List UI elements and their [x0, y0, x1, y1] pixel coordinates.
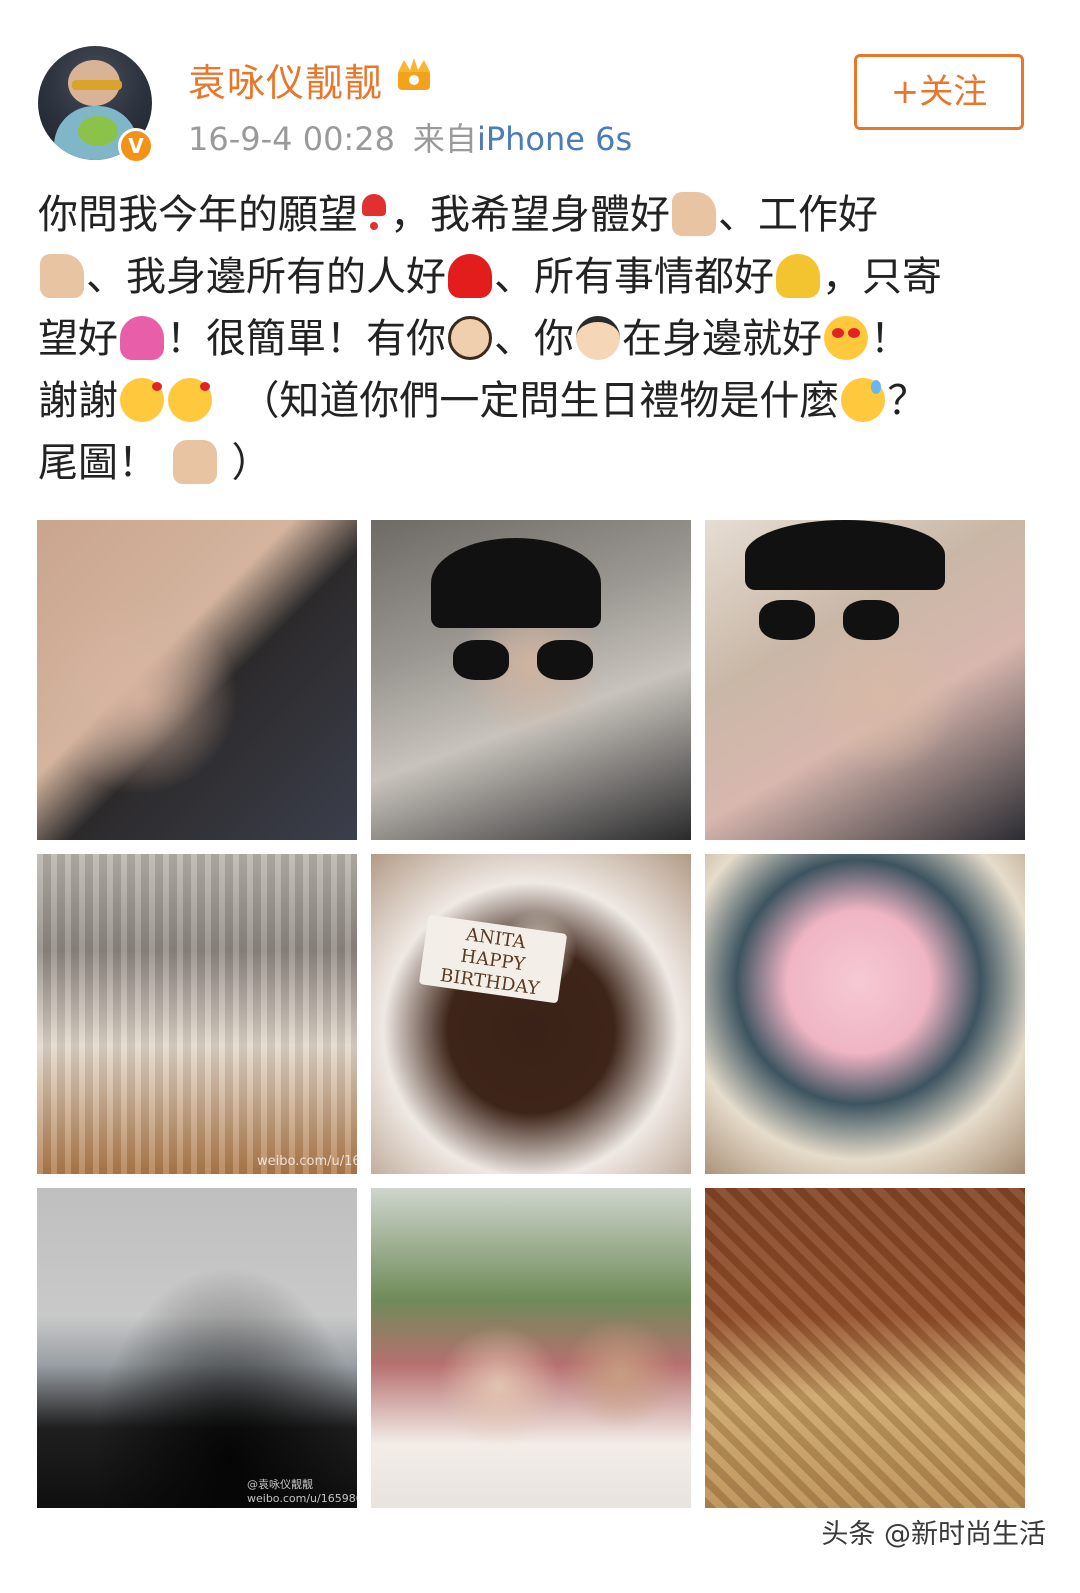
black-cap — [745, 520, 945, 590]
text-segment: 尾圖！ — [38, 440, 158, 486]
heart-exclamation-icon — [360, 192, 388, 236]
thumbs-up-icon — [672, 192, 716, 236]
post-meta: 16-9-4 00:28 来自iPhone 6s — [188, 114, 632, 160]
post-line-4: 謝謝 （知道你們一定問生日禮物是什麼 ？ — [38, 370, 1038, 432]
kissing-face-icon — [120, 378, 164, 422]
sunglasses — [453, 640, 593, 680]
watermark-line: @袁咏仪靓靓 — [247, 1478, 313, 1491]
post-line-5: 尾圖！ ） — [38, 432, 1038, 494]
avatar-mask — [72, 80, 122, 90]
text-segment: 、我身邊所有的人好 — [86, 254, 446, 300]
photo-7-silhouette-sea[interactable]: @袁咏仪靓靓 weibo.com/u/1659809154 — [37, 1188, 357, 1508]
vip-crown-icon — [398, 58, 430, 90]
watermark-line: weibo.com/u/1659809154 — [247, 1492, 357, 1505]
man-icon — [448, 316, 492, 360]
text-segment: 你問我今年的願望 — [38, 192, 358, 238]
photo-watermark: weibo.com/u/165 — [257, 1154, 357, 1169]
avatar-toy — [78, 116, 118, 146]
sunglasses — [759, 600, 899, 640]
thumbs-up-icon — [40, 254, 84, 298]
post-line-3: 望好 ！很簡單！有你 、你 在身邊就好 ！ — [38, 308, 1038, 370]
text-segment: 、所有事情都好 — [494, 254, 774, 300]
photo-4-family-dinner[interactable]: weibo.com/u/165 — [37, 854, 357, 1174]
photo-3-man-surprised[interactable] — [705, 520, 1025, 840]
text-segment: ？ — [887, 378, 928, 424]
victory-hand-icon — [172, 440, 217, 484]
post-text: 你問我今年的願望 ，我希望身體好 、工作好 、我身邊所有的人好 、所有事情都好 ，只寄 … — [38, 184, 1038, 494]
text-segment: 、你 — [494, 316, 574, 362]
source-device[interactable]: iPhone 6s — [477, 120, 632, 158]
text-segment: 在身邊就好 — [622, 316, 822, 362]
black-cap — [431, 538, 601, 628]
text-segment: ！很簡單！有你 — [166, 316, 446, 362]
source-watermark: 头条 @新时尚生活 — [821, 1519, 1046, 1550]
photo-9-leather-bag[interactable] — [705, 1188, 1025, 1508]
post-header: V 袁咏仪靓靓 16-9-4 00:28 来自iPhone 6s +关注 — [0, 0, 1080, 170]
text-segment: 望好 — [38, 316, 118, 362]
post-time: 16-9-4 00:28 — [188, 120, 395, 158]
verified-badge-icon: V — [118, 128, 154, 164]
heart-eyes-icon — [824, 316, 868, 360]
kissing-face-icon — [168, 378, 212, 422]
photo-grid: weibo.com/u/165 ANITA HAPPY BIRTHDAY @袁咏… — [37, 520, 1027, 1510]
sweat-smile-icon — [841, 378, 886, 422]
red-heart-icon — [448, 254, 492, 298]
text-segment: （知道你們一定問生日禮物是什麼 — [239, 378, 840, 424]
post-line-1: 你問我今年的願望 ，我希望身體好 、工作好 — [38, 184, 1038, 246]
text-segment: ，我希望身體好 — [390, 192, 670, 238]
photo-8-couple-beach[interactable] — [371, 1188, 691, 1508]
post-line-2: 、我身邊所有的人好 、所有事情都好 ，只寄 — [38, 246, 1038, 308]
follow-button[interactable]: +关注 — [854, 54, 1024, 130]
text-segment: ） — [231, 440, 272, 486]
sparkling-heart-icon — [120, 316, 164, 360]
text-segment: 、工作好 — [718, 192, 878, 238]
text-segment: ！ — [870, 316, 910, 362]
text-segment: ，只寄 — [822, 254, 942, 300]
photo-5-chocolate-cake[interactable]: ANITA HAPPY BIRTHDAY — [371, 854, 691, 1174]
yellow-heart-icon — [776, 254, 820, 298]
photo-watermark: @袁咏仪靓靓 weibo.com/u/1659809154 — [247, 1478, 357, 1506]
username[interactable]: 袁咏仪靓靓 — [188, 52, 383, 107]
photo-1-mother-son[interactable] — [37, 520, 357, 840]
photo-2-man-peace-sign[interactable] — [371, 520, 691, 840]
photo-6-flower-cake[interactable] — [705, 854, 1025, 1174]
text-segment: 謝謝 — [38, 378, 118, 424]
source-prefix: 来自 — [412, 120, 477, 158]
boy-icon — [576, 316, 620, 360]
